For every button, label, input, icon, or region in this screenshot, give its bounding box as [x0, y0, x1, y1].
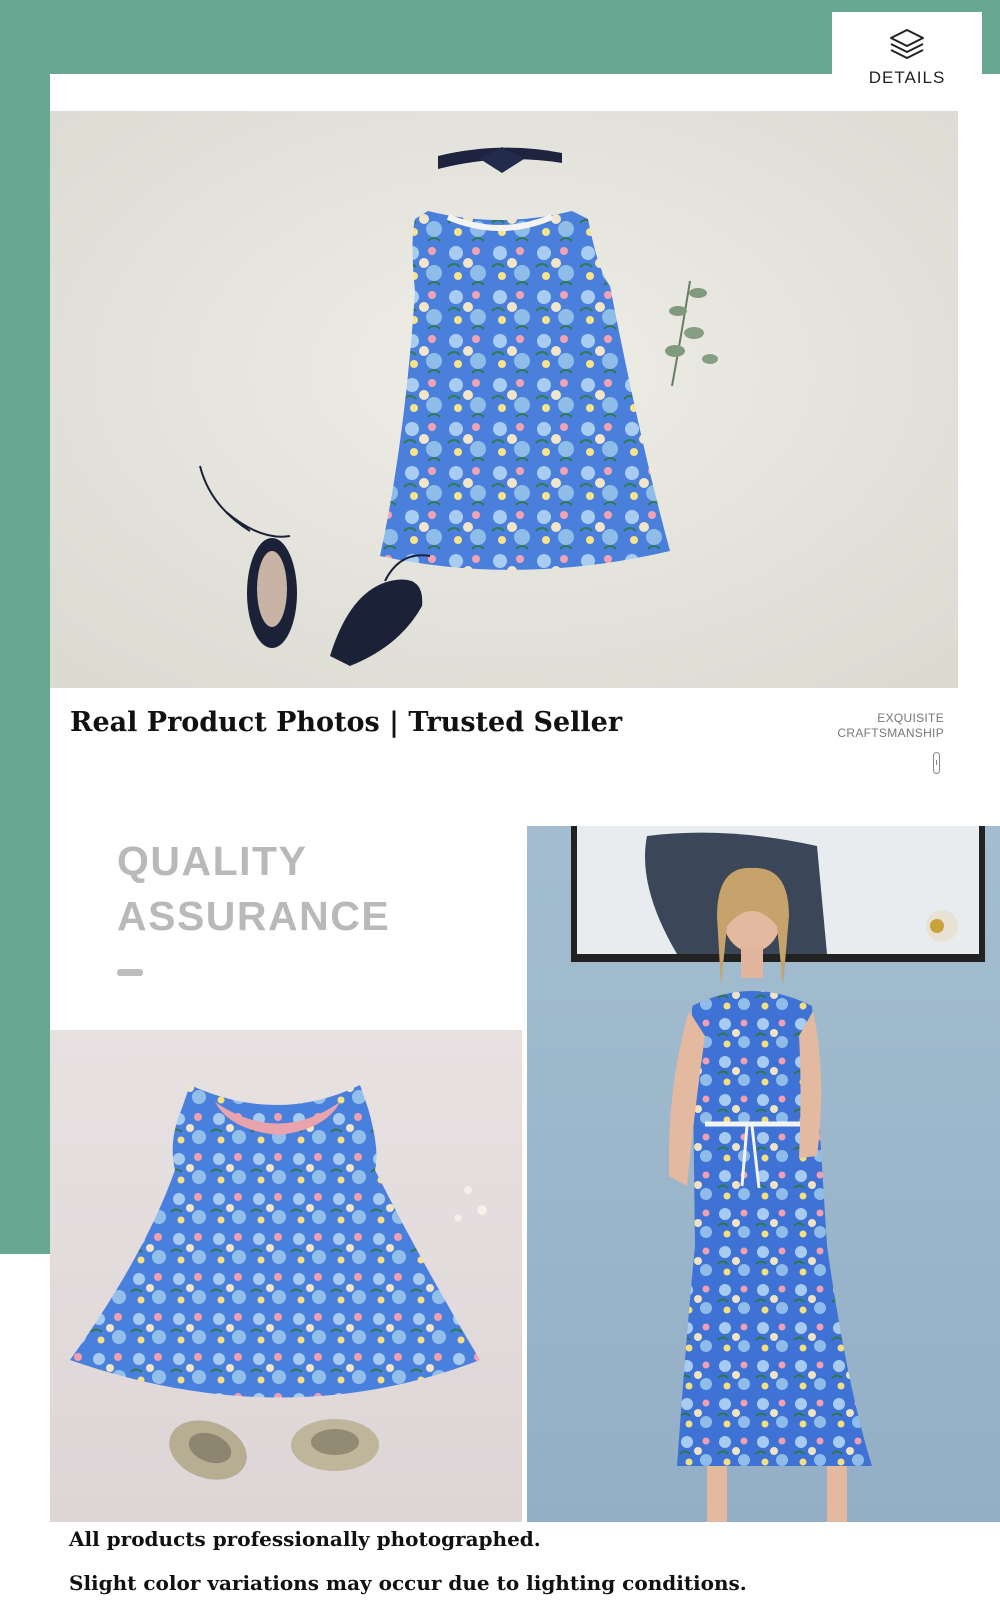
details-label: DETAILS [868, 68, 946, 87]
quality-accent-bar [117, 969, 143, 976]
hero-tagline: Real Product Photos | Trusted Seller [70, 707, 623, 738]
details-tab[interactable]: DETAILS [832, 12, 982, 104]
child-dress-photo [50, 1030, 522, 1522]
scroll-indicator-dot [935, 760, 937, 765]
footer-line-2: Slight color variations may occur due to… [69, 1571, 747, 1595]
layers-icon [890, 29, 924, 59]
model-dress-photo [527, 826, 1000, 1522]
footer-line-1: All products professionally photographed… [69, 1527, 541, 1551]
quality-heading-line1: QUALITY [117, 838, 308, 884]
green-side-band [0, 0, 50, 1254]
craftsmanship-line2: CRAFTSMANSHIP [837, 726, 944, 740]
craftsmanship-line1: EXQUISITE [877, 711, 944, 725]
scroll-indicator-icon[interactable] [933, 752, 940, 774]
quality-heading-line2: ASSURANCE [117, 893, 391, 939]
craftsmanship-label: EXQUISITE CRAFTSMANSHIP [837, 711, 944, 741]
hero-product-photo [50, 111, 958, 688]
